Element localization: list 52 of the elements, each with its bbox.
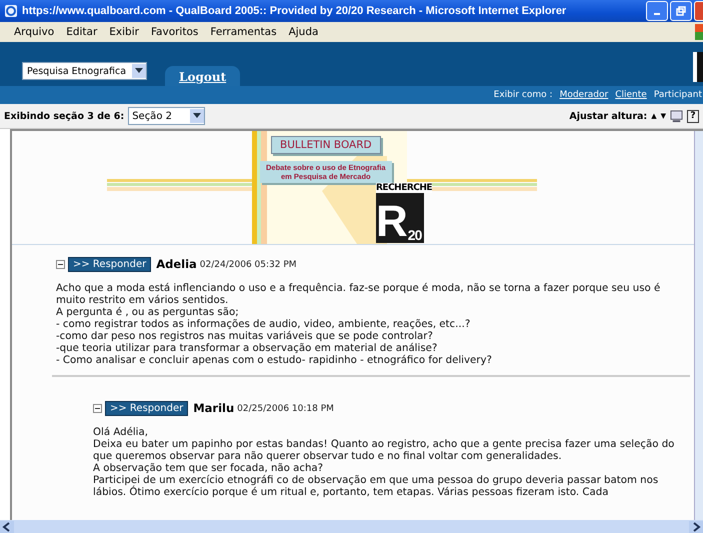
post-text: - Como analisar e concluir apenas com o estudo- rapidinho - etnográfico for delivery? bbox=[56, 355, 493, 367]
view-as-link[interactable]: Moderador bbox=[560, 90, 608, 100]
post-text: - como registrar todos as informações de audio, video, ambiente, reações, etc...? bbox=[56, 319, 472, 330]
scroll-left-icon[interactable] bbox=[0, 520, 14, 532]
minimize-icon bbox=[654, 13, 660, 15]
section-label: Exibindo seção 3 de 6: bbox=[4, 110, 124, 122]
post-text: Acho que a moda está inflenciando o uso e a frequência. faz-se porque é moda, não se torna a fazer porque seu uso é muito restrito em vários sentidos. bbox=[56, 283, 662, 306]
reply-button[interactable]: >> Responder bbox=[68, 256, 152, 272]
post-author: Adelia bbox=[156, 257, 197, 271]
post-text: -que teoria utilizar para transformar a observação em material de análise? bbox=[56, 343, 438, 354]
windows-logo-icon bbox=[695, 24, 703, 40]
logo-icon bbox=[693, 52, 703, 82]
close-button[interactable] bbox=[694, 1, 703, 21]
vertical-scrollbar[interactable] bbox=[694, 131, 703, 520]
post-text: A observação tem que ser focada, não acha? bbox=[93, 463, 324, 474]
view-as-label: Exibir como : bbox=[494, 90, 553, 100]
post-date: 02/25/2006 10:18 PM bbox=[237, 404, 334, 414]
section-select[interactable]: Seção 2 bbox=[128, 107, 206, 125]
logo-text: RECHERCHE bbox=[376, 183, 432, 193]
collapse-toggle[interactable] bbox=[56, 260, 65, 268]
logo-number: 20 bbox=[408, 227, 422, 243]
browser-icon bbox=[4, 4, 18, 18]
menu-item[interactable]: Ajuda bbox=[288, 26, 318, 38]
collapse-toggle[interactable] bbox=[93, 404, 102, 412]
window-title: https://www.qualboard.com - QualBoard 2005:: Provided by 20/20 Research - Microsoft Internet Explorer bbox=[22, 5, 568, 17]
project-select[interactable]: Pesquisa Etnografica bbox=[22, 62, 148, 80]
horizontal-scrollbar[interactable] bbox=[0, 520, 703, 533]
logo-letter: R bbox=[376, 201, 408, 243]
logout-tab[interactable]: Logout bbox=[165, 66, 240, 86]
view-as-link[interactable]: Cliente bbox=[615, 90, 647, 100]
post-text: -como dar peso nos registros nas muitas variáveis que se pode controlar? bbox=[56, 331, 434, 342]
post-author: Marilu bbox=[193, 401, 234, 415]
reply-button[interactable]: >> Responder bbox=[105, 400, 188, 416]
menu-item[interactable]: Editar bbox=[66, 26, 98, 38]
menu-item[interactable]: Ferramentas bbox=[210, 26, 277, 38]
board-title: BULLETIN BOARD bbox=[271, 136, 381, 154]
view-as-link[interactable]: Participant bbox=[654, 90, 702, 100]
scroll-right-icon[interactable] bbox=[689, 520, 703, 532]
minimize-button[interactable] bbox=[646, 1, 668, 21]
post-date: 02/24/2006 05:32 PM bbox=[200, 260, 297, 270]
post-text: Olá Adélia, bbox=[93, 427, 149, 439]
post-text: A pergunta é , ou as perguntas são; bbox=[56, 307, 240, 319]
restore-icon bbox=[676, 6, 686, 16]
help-button[interactable]: ? bbox=[687, 110, 699, 122]
post-text: Deixa eu bater um papinho por estas bandas! Quanto ao registro, acho que a gente precisa fazer uma seleção do que queremos observar para não querer observar tudo e no final voltar com generalidades. bbox=[93, 439, 676, 463]
menu-item[interactable]: Exibir bbox=[109, 26, 139, 38]
post-text: Participei de um exercício etnográfi co de observação em que uma pessoa do grupo deveria passar batom nos lábios. Ótimo exercício porque é um ritual e, portanto, tem etapas. Várias pessoas fizeram isto. Cada bbox=[93, 475, 660, 499]
monitor-icon[interactable] bbox=[670, 110, 683, 122]
menu-item[interactable]: Favoritos bbox=[150, 26, 198, 38]
height-label: Ajustar altura: bbox=[569, 110, 648, 122]
menu-item[interactable]: Arquivo bbox=[14, 26, 54, 38]
restore-button[interactable] bbox=[670, 1, 692, 21]
